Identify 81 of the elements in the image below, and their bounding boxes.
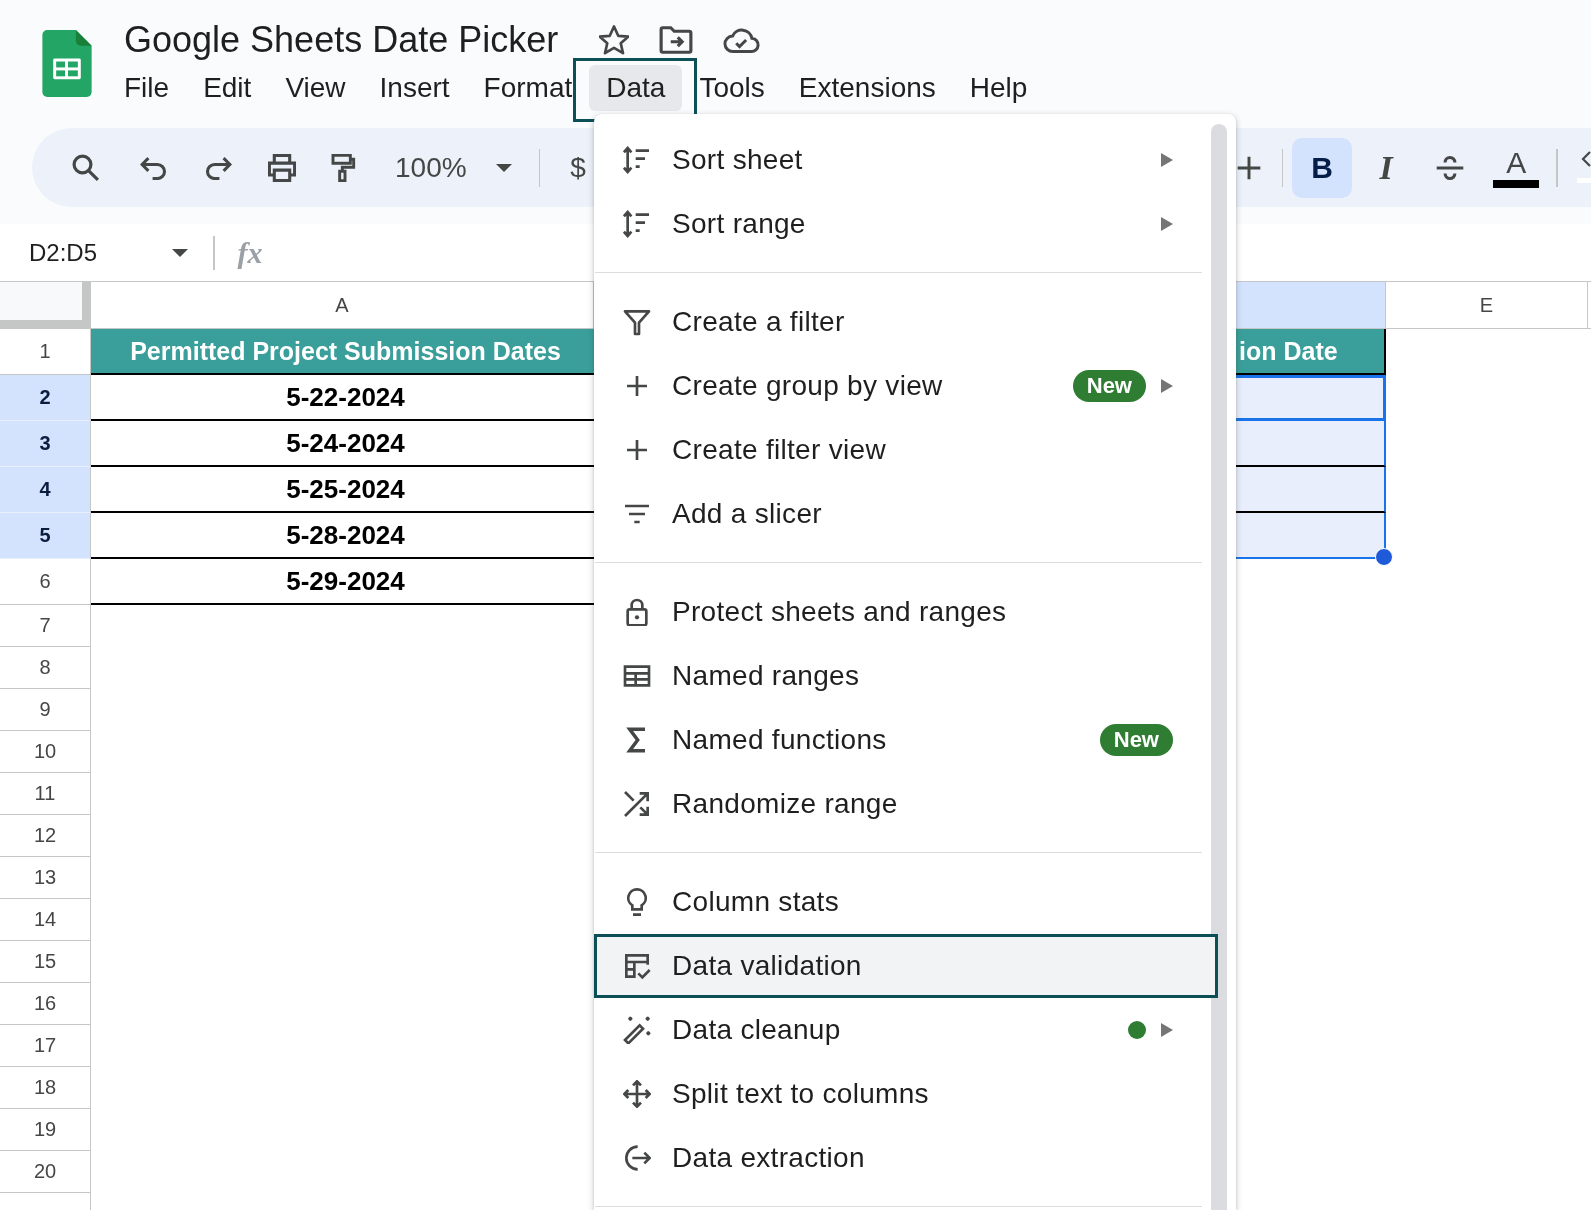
undo-icon[interactable]	[140, 155, 168, 180]
row-header[interactable]: 6	[0, 559, 91, 605]
column-header[interactable]: E	[1386, 282, 1588, 329]
menu-item[interactable]: Extensions	[781, 65, 953, 111]
row-header[interactable]: 2	[0, 375, 91, 421]
search-icon[interactable]	[72, 153, 100, 182]
menu-item[interactable]: Sort sheet	[594, 128, 1205, 192]
scrollbar[interactable]	[1211, 124, 1227, 1210]
column-header[interactable]: A	[91, 282, 594, 329]
caret-icon	[172, 248, 188, 257]
menu-item[interactable]: Create a filter	[594, 290, 1205, 354]
menu-item[interactable]: Named functions New	[594, 708, 1205, 772]
folder-arrow-icon[interactable]	[659, 26, 694, 54]
currency-format-button[interactable]: $	[570, 151, 586, 184]
row-header[interactable]: 7	[0, 605, 91, 647]
row-header[interactable]: 3	[0, 421, 91, 467]
row-header[interactable]: 10	[0, 731, 91, 773]
plus-icon[interactable]	[1236, 155, 1261, 180]
menu-item[interactable]: Data extraction	[594, 1126, 1205, 1190]
row-header[interactable]: 13	[0, 857, 91, 899]
row-header[interactable]: 11	[0, 773, 91, 815]
menu-item[interactable]: Protect sheets and ranges	[594, 580, 1205, 644]
move-arrows-icon	[623, 1080, 651, 1108]
swatch-bar-icon	[1493, 179, 1540, 188]
row-header[interactable]: 5	[0, 513, 91, 559]
menu-item[interactable]: Insert	[362, 65, 467, 111]
spreadsheet-logo[interactable]	[42, 30, 92, 97]
menu-item[interactable]: View	[268, 65, 363, 111]
menu-item[interactable]: Randomize range	[594, 772, 1205, 836]
arrow-out-icon	[623, 1144, 651, 1172]
row-header[interactable]: 15	[0, 941, 91, 983]
fill-handle[interactable]	[1375, 548, 1393, 566]
menu-item[interactable]: Data cleanup	[594, 998, 1205, 1062]
row-header[interactable]: 19	[0, 1109, 91, 1151]
paint-roller-icon[interactable]	[329, 153, 357, 182]
menu-item[interactable]: Add a slicer	[594, 482, 1205, 546]
menu-item[interactable]: Help	[952, 65, 1045, 111]
caret-icon	[495, 163, 512, 172]
function-label: fx	[237, 235, 263, 270]
row-header[interactable]: 20	[0, 1151, 91, 1193]
printer-icon[interactable]	[268, 153, 296, 182]
table-grid-icon	[623, 662, 651, 690]
sort-icon	[623, 210, 651, 238]
row-header[interactable]: 12	[0, 815, 91, 857]
row-header[interactable]: 14	[0, 899, 91, 941]
menu-item[interactable]: Sort range	[594, 192, 1205, 256]
menu-item[interactable]: Named ranges	[594, 644, 1205, 708]
sort-icon	[623, 146, 651, 174]
menu-item[interactable]: Split text to columns	[594, 1062, 1205, 1126]
text-color-button[interactable]: A	[1493, 147, 1540, 188]
document-title[interactable]: Google Sheets Date Picker	[122, 18, 559, 62]
shuffle-icon	[623, 790, 651, 818]
magic-wand-icon	[623, 1016, 651, 1044]
new-badge: New	[1099, 724, 1173, 756]
funnel-icon	[623, 308, 651, 336]
name-box[interactable]: D2:D5	[20, 232, 196, 273]
row-header[interactable]: 1	[0, 329, 91, 375]
row-header[interactable]: 9	[0, 689, 91, 731]
row-header[interactable]: 8	[0, 647, 91, 689]
header-cell: ion Date	[1236, 329, 1386, 375]
menu-item[interactable]: Edit	[186, 65, 269, 111]
menu-item[interactable]: Column stats	[594, 870, 1205, 934]
menu-item[interactable]: Create group by view New	[594, 354, 1205, 418]
star-icon[interactable]	[599, 25, 630, 55]
row-header[interactable]: 16	[0, 983, 91, 1025]
zoom-select[interactable]: 100%	[395, 151, 512, 184]
row-header[interactable]: 4	[0, 467, 91, 513]
row-header[interactable]: 17	[0, 1025, 91, 1067]
italic-button[interactable]: I	[1372, 148, 1401, 187]
header-cell: Permitted Project Submission Dates	[91, 329, 594, 375]
strikethrough-icon[interactable]	[1436, 153, 1465, 182]
redo-icon[interactable]	[204, 155, 232, 180]
new-badge: New	[1072, 370, 1146, 402]
cloud-check-icon[interactable]	[723, 26, 762, 54]
menu-item[interactable]: Create filter view	[594, 418, 1205, 482]
lock-icon	[623, 598, 651, 626]
row-header[interactable]: 18	[0, 1067, 91, 1109]
menu-item[interactable]: Data validation	[594, 934, 1218, 998]
table-check-icon	[623, 952, 651, 980]
menu-item[interactable]: File	[107, 65, 187, 111]
bold-button[interactable]: B	[1292, 137, 1353, 198]
